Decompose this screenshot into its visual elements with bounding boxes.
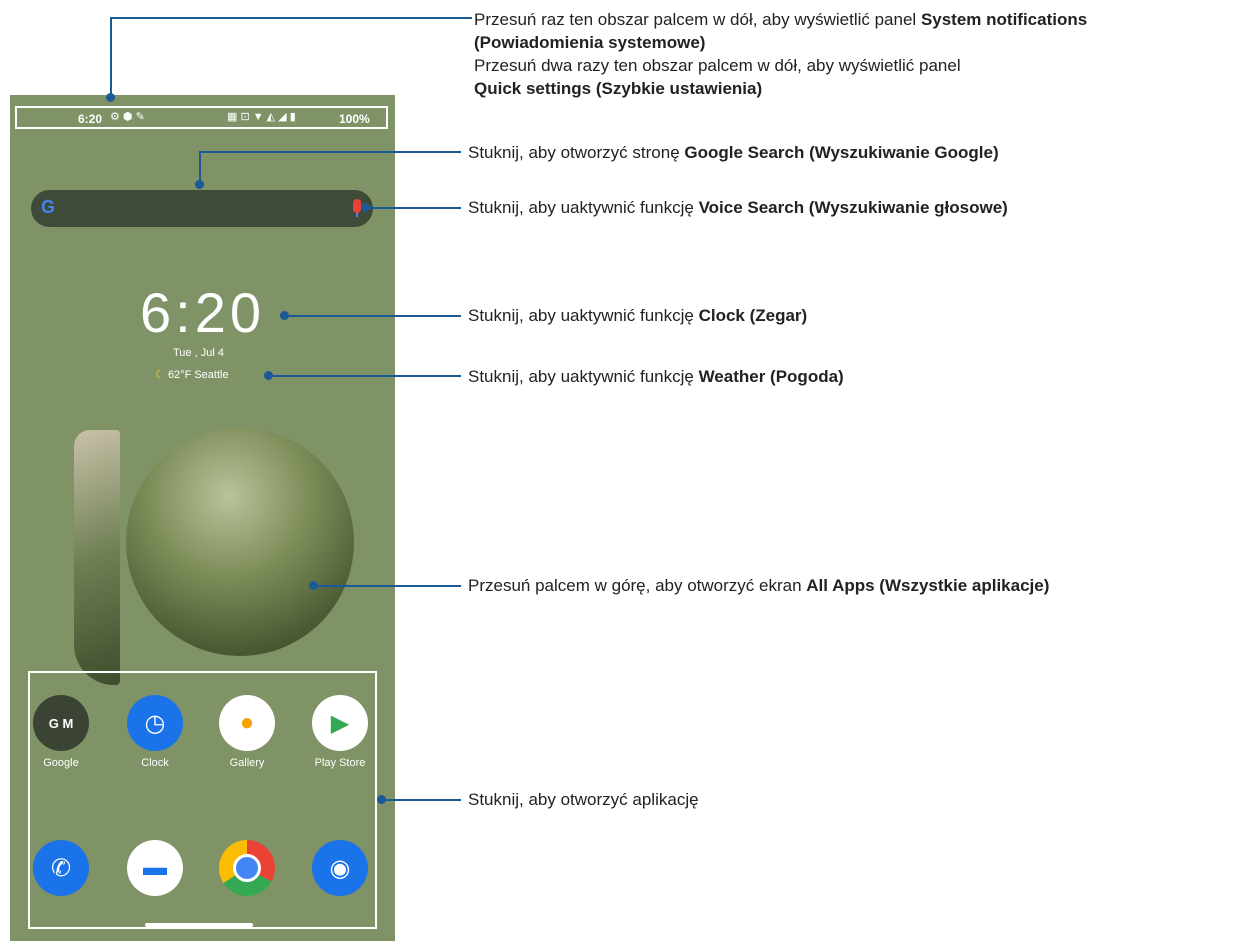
annotation-text: Przesuń raz ten obszar palcem w dół, aby… <box>474 10 921 29</box>
app-label: Clock <box>141 757 169 769</box>
annotation-google-search: Stuknij, aby otworzyć stronę Google Sear… <box>468 141 999 164</box>
clock-time[interactable]: 6:20 <box>140 280 265 345</box>
annotation-text: Stuknij, aby uaktywnić funkcję <box>468 306 699 325</box>
dock-phone[interactable]: ✆ <box>26 840 96 896</box>
annotation-weather: Stuknij, aby uaktywnić funkcję Weather (… <box>468 365 844 388</box>
annotation-clock: Stuknij, aby uaktywnić funkcję Clock (Ze… <box>468 304 807 327</box>
clock-date: Tue , Jul 4 <box>173 347 224 359</box>
annotation-all-apps: Przesuń palcem w górę, aby otworzyć ekra… <box>468 574 1049 597</box>
weather-widget[interactable]: ☾ 62°F Seattle <box>155 368 229 381</box>
status-icons-right: ▦ ⊡ ▼ ◭ ◢ ▮ <box>227 111 296 123</box>
annotation-text: Stuknij, aby uaktywnić funkcję <box>468 198 699 217</box>
annotation-bold: All Apps (Wszystkie aplikacje) <box>806 576 1050 595</box>
app-google[interactable]: G M Google <box>26 695 96 769</box>
app-label: Google <box>43 757 79 769</box>
annotation-text: Przesuń palcem w górę, aby otworzyć ekra… <box>468 576 807 595</box>
app-label: Play Store <box>314 757 366 769</box>
annotation-text: Stuknij, aby otworzyć aplikację <box>468 790 699 809</box>
phone-icon: ✆ <box>33 840 89 896</box>
status-icons-left: ⚙ ⬢ ✎ <box>110 111 145 123</box>
callout-dot <box>264 371 273 380</box>
wallpaper-shape-left <box>74 430 120 685</box>
callout-line <box>365 207 461 209</box>
annotation-bold: Weather (Pogoda) <box>698 367 844 386</box>
dock-camera[interactable]: ◉ <box>305 840 375 896</box>
phone-screen: 6:20 ⚙ ⬢ ✎ ▦ ⊡ ▼ ◭ ◢ ▮ 100% G 6:20 Tue ,… <box>10 95 395 941</box>
callout-line <box>381 799 461 801</box>
annotation-bold: Clock (Zegar) <box>698 306 808 325</box>
callout-dot <box>309 581 318 590</box>
callout-dot <box>195 180 204 189</box>
chrome-icon <box>219 840 275 896</box>
app-gallery[interactable]: ● Gallery <box>212 695 282 769</box>
app-label: Gallery <box>229 757 265 769</box>
status-bar[interactable] <box>15 106 388 129</box>
messages-icon: ▬ <box>127 840 183 896</box>
callout-line <box>110 17 112 97</box>
clock-icon: ◷ <box>127 695 183 751</box>
callout-dot <box>280 311 289 320</box>
callout-dot <box>377 795 386 804</box>
dock-chrome[interactable] <box>212 840 282 896</box>
annotation-bold: Quick settings (Szybkie ustawienia) <box>474 79 763 98</box>
annotation-bold: Google Search (Wyszukiwanie Google) <box>684 143 999 162</box>
annotation-text: Stuknij, aby otworzyć stronę <box>468 143 685 162</box>
mic-icon[interactable] <box>353 199 361 217</box>
annotation-text: Przesuń dwa razy ten obszar palcem w dół… <box>474 56 961 75</box>
app-clock[interactable]: ◷ Clock <box>120 695 190 769</box>
callout-line <box>268 375 461 377</box>
wallpaper-shape-circle <box>126 428 354 656</box>
callout-line <box>110 17 472 19</box>
annotation-bold: Voice Search (Wyszukiwanie głosowe) <box>698 198 1008 217</box>
callout-line <box>199 151 461 153</box>
callout-line <box>284 315 461 317</box>
dock-messages[interactable]: ▬ <box>120 840 190 896</box>
annotation-text: Stuknij, aby uaktywnić funkcję <box>468 367 699 386</box>
callout-dot <box>361 203 370 212</box>
callout-dot <box>106 93 115 102</box>
battery-level: 100% <box>339 112 370 126</box>
google-search-bar[interactable]: G <box>31 190 373 227</box>
annotation-open-app: Stuknij, aby otworzyć aplikację <box>468 788 699 811</box>
weather-text: 62°F Seattle <box>167 369 229 381</box>
navigation-handle[interactable] <box>145 923 253 927</box>
app-play-store[interactable]: ▶ Play Store <box>305 695 375 769</box>
gallery-icon: ● <box>219 695 275 751</box>
play-store-icon: ▶ <box>312 695 368 751</box>
google-g-icon: G <box>41 197 56 217</box>
annotation-voice-search: Stuknij, aby uaktywnić funkcję Voice Sea… <box>468 196 1008 219</box>
camera-icon: ◉ <box>312 840 368 896</box>
moon-icon: ☾ <box>155 369 165 381</box>
callout-line <box>313 585 461 587</box>
status-time: 6:20 <box>78 112 103 126</box>
annotation-status-bar: Przesuń raz ten obszar palcem w dół, aby… <box>474 8 1214 100</box>
google-folder-icon: G M <box>33 695 89 751</box>
